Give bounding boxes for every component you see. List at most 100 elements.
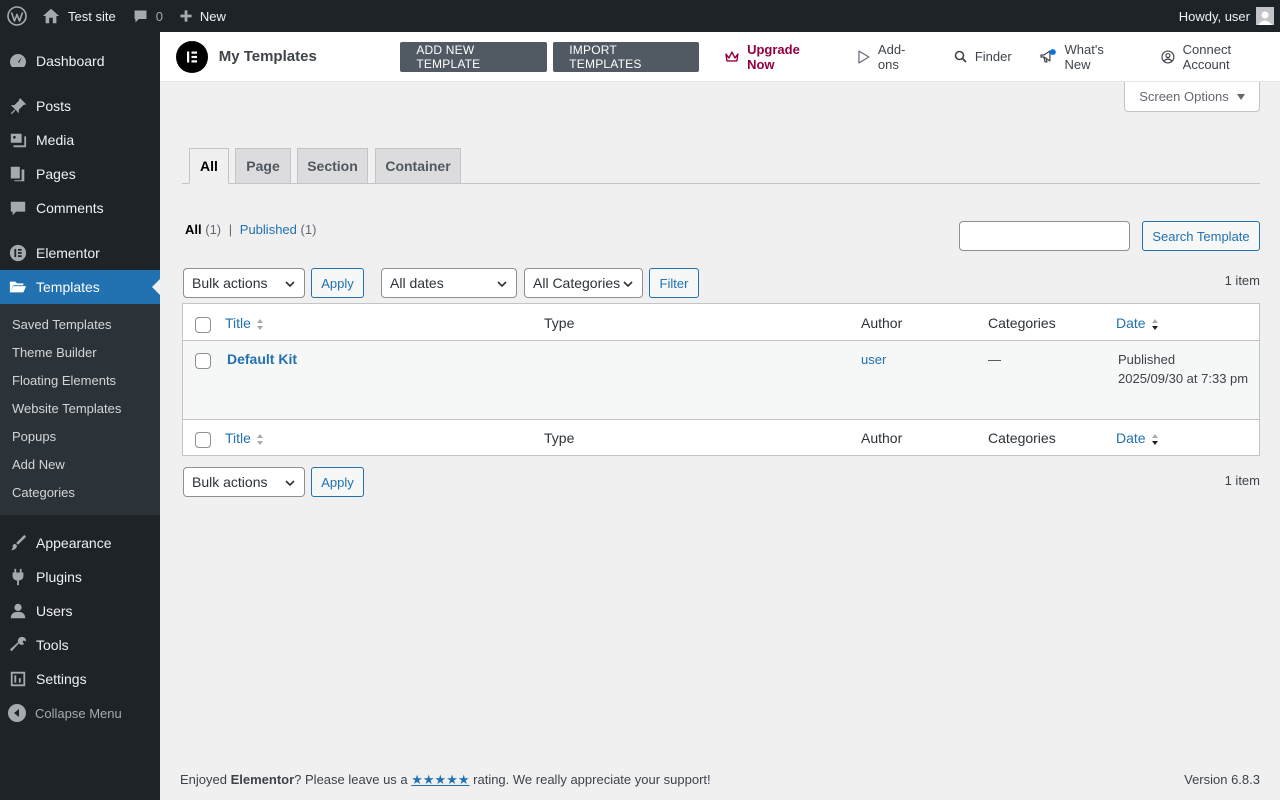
submenu-popups[interactable]: Popups — [0, 423, 160, 451]
row-title-link[interactable]: Default Kit — [227, 351, 297, 367]
upgrade-now-link[interactable]: Upgrade Now — [725, 42, 830, 72]
menu-label: Tools — [36, 637, 69, 653]
collapse-arrow-icon — [8, 704, 26, 722]
elementor-icon — [8, 243, 28, 263]
connect-account-link[interactable]: Connect Account — [1161, 42, 1280, 72]
submenu-saved-templates[interactable]: Saved Templates — [0, 311, 160, 339]
row-date: 2025/09/30 at 7:33 pm — [1118, 371, 1249, 386]
avatar — [1256, 7, 1274, 25]
submenu-floating-elements[interactable]: Floating Elements — [0, 367, 160, 395]
column-title-sort-bottom[interactable]: Title — [225, 430, 264, 446]
bulk-actions-value: Bulk actions — [192, 275, 268, 291]
menu-plugins[interactable]: Plugins — [0, 560, 160, 594]
menu-pages[interactable]: Pages — [0, 157, 160, 191]
menu-label: Elementor — [36, 245, 100, 261]
menu-label: Dashboard — [36, 53, 105, 69]
bulk-actions-select-bottom[interactable]: Bulk actions — [183, 467, 305, 497]
tab-section[interactable]: Section — [297, 148, 368, 184]
comment-bubble-icon — [134, 10, 147, 22]
collapse-menu-button[interactable]: Collapse Menu — [0, 696, 160, 730]
whats-new-link[interactable]: What's New — [1040, 42, 1133, 72]
submenu-theme-builder[interactable]: Theme Builder — [0, 339, 160, 367]
search-template-button[interactable]: Search Template — [1142, 221, 1260, 251]
row-author-link[interactable]: user — [861, 352, 886, 367]
sort-icon — [256, 433, 264, 446]
column-date-label: Date — [1116, 315, 1146, 331]
menu-tools[interactable]: Tools — [0, 628, 160, 662]
column-type: Type — [544, 315, 575, 331]
menu-media[interactable]: Media — [0, 123, 160, 157]
menu-posts[interactable]: Posts — [0, 89, 160, 123]
finder-label: Finder — [974, 49, 1012, 64]
footer-brand: Elementor — [230, 772, 295, 787]
submenu-add-new[interactable]: Add New — [0, 451, 160, 479]
menu-dashboard[interactable]: Dashboard — [0, 44, 160, 78]
version-text: Version 6.8.3 — [1184, 772, 1260, 787]
menu-templates[interactable]: Templates — [0, 270, 160, 304]
wordpress-logo-icon[interactable] — [0, 0, 34, 32]
table-row: Default Kit user — Published 2025/09/30 … — [183, 341, 1259, 420]
submenu-website-templates[interactable]: Website Templates — [0, 395, 160, 423]
select-all-checkbox[interactable] — [195, 317, 211, 333]
menu-settings[interactable]: Settings — [0, 662, 160, 696]
column-categories: Categories — [988, 315, 1056, 331]
import-templates-button[interactable]: Import Templates — [553, 41, 700, 72]
column-author-bottom: Author — [861, 430, 903, 446]
comments-link[interactable]: 0 — [124, 0, 171, 32]
menu-label: Posts — [36, 98, 72, 114]
menu-label: Templates — [36, 279, 100, 295]
templates-submenu: Saved Templates Theme Builder Floating E… — [0, 304, 160, 515]
add-new-template-button[interactable]: Add New Template — [400, 41, 548, 72]
filter-button[interactable]: Filter — [649, 268, 699, 298]
category-filter-select[interactable]: All Categories — [524, 268, 643, 298]
menu-users[interactable]: Users — [0, 594, 160, 628]
view-all-count: (1) — [205, 222, 222, 237]
column-title-sort[interactable]: Title — [225, 315, 264, 331]
apply-button[interactable]: Apply — [311, 268, 364, 298]
search-input[interactable] — [959, 221, 1130, 251]
screen-options-button[interactable]: Screen Options — [1124, 82, 1260, 112]
home-icon — [42, 8, 60, 24]
column-title-label: Title — [225, 315, 251, 331]
view-separator: | — [228, 222, 233, 237]
crown-icon — [725, 50, 739, 62]
settings-icon — [8, 669, 28, 689]
footer-message: Enjoyed Elementor? Please leave us a ★★★… — [180, 772, 711, 788]
view-published-count: (1) — [300, 222, 317, 237]
play-icon — [858, 49, 870, 64]
menu-appearance[interactable]: Appearance — [0, 526, 160, 560]
column-type-bottom: Type — [544, 430, 575, 446]
howdy-text: Howdy, user — [1178, 8, 1250, 24]
finder-link[interactable]: Finder — [954, 49, 1012, 64]
bulk-actions-select[interactable]: Bulk actions — [183, 268, 305, 298]
item-count-top: 1 item — [1224, 273, 1260, 288]
apply-button-bottom[interactable]: Apply — [311, 467, 364, 497]
elementor-logo-icon — [176, 40, 208, 73]
row-status: Published — [1118, 352, 1176, 367]
my-account-link[interactable]: Howdy, user — [1179, 7, 1280, 25]
submenu-categories[interactable]: Categories — [0, 479, 160, 507]
tab-container[interactable]: Container — [375, 148, 461, 184]
column-date-sort-bottom[interactable]: Date — [1116, 430, 1159, 446]
site-name-link[interactable]: Test site — [34, 0, 124, 32]
row-checkbox[interactable] — [195, 353, 211, 369]
tab-all[interactable]: All — [189, 148, 229, 184]
view-all-link[interactable]: All — [185, 222, 202, 237]
new-content-link[interactable]: New — [171, 0, 234, 32]
tab-page[interactable]: Page — [235, 148, 291, 184]
select-all-checkbox-bottom[interactable] — [195, 432, 211, 448]
addons-link[interactable]: Add-ons — [858, 42, 926, 72]
admin-bar: Test site 0 New Howdy, user — [0, 0, 1280, 32]
menu-label: Appearance — [36, 535, 112, 551]
menu-comments[interactable]: Comments — [0, 191, 160, 225]
date-filter-select[interactable]: All dates — [381, 268, 517, 298]
whats-new-label: What's New — [1064, 41, 1104, 72]
rating-stars-link[interactable]: ★★★★★ — [411, 772, 469, 787]
brush-icon — [8, 533, 28, 553]
column-date-sort[interactable]: Date — [1116, 315, 1159, 331]
menu-label: Comments — [36, 200, 104, 216]
view-published-link[interactable]: Published — [240, 222, 297, 237]
menu-label: Users — [36, 603, 73, 619]
footer-pre: Enjoyed — [180, 772, 231, 787]
menu-elementor[interactable]: Elementor — [0, 236, 160, 270]
